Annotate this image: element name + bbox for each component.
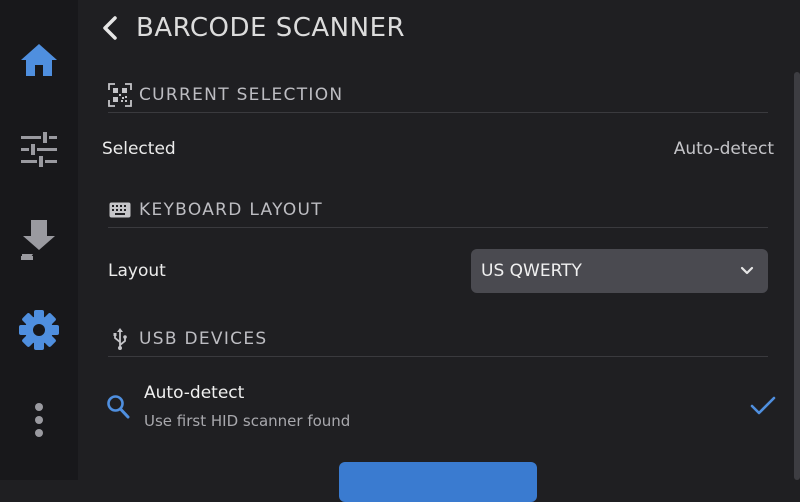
- sliders-icon: [21, 132, 57, 167]
- selected-label: Selected: [102, 139, 176, 159]
- usb-icon: [113, 328, 127, 350]
- chevron-left-icon: [103, 16, 117, 40]
- keyboard-icon: [109, 202, 131, 218]
- layout-select[interactable]: US QWERTY: [471, 249, 768, 293]
- main-content: BARCODE SCANNER CURRENT SELECTION Select…: [78, 0, 800, 502]
- nav-sliders[interactable]: [0, 120, 78, 180]
- layout-label: Layout: [108, 261, 166, 281]
- selected-value: Auto-detect: [673, 139, 774, 159]
- nav-settings[interactable]: [0, 300, 78, 360]
- nav-download[interactable]: [0, 210, 78, 270]
- chevron-down-icon: [740, 266, 754, 275]
- scrollbar[interactable]: [794, 72, 800, 480]
- sidebar: [0, 0, 78, 480]
- qr-code-icon: [108, 83, 132, 107]
- section-title: USB DEVICES: [139, 329, 268, 349]
- action-button[interactable]: [339, 462, 537, 502]
- device-name: Auto-detect: [144, 383, 245, 403]
- check-icon: [750, 396, 776, 415]
- list-item[interactable]: Auto-detect Use first HID scanner found: [106, 372, 776, 440]
- back-button[interactable]: [96, 14, 124, 42]
- download-icon: [21, 220, 55, 260]
- home-icon: [21, 44, 57, 76]
- section-title: CURRENT SELECTION: [139, 85, 344, 105]
- page-title: BARCODE SCANNER: [136, 13, 406, 43]
- nav-more[interactable]: [0, 390, 78, 450]
- search-icon: [107, 395, 130, 419]
- more-vertical-icon: [35, 403, 43, 437]
- section-current-selection: CURRENT SELECTION: [108, 78, 768, 113]
- section-usb-devices: USB DEVICES: [108, 322, 768, 357]
- section-keyboard-layout: KEYBOARD LAYOUT: [108, 193, 768, 228]
- layout-select-value: US QWERTY: [481, 261, 582, 281]
- gear-icon: [19, 310, 59, 350]
- nav-home[interactable]: [0, 30, 78, 90]
- section-title: KEYBOARD LAYOUT: [139, 200, 323, 220]
- device-description: Use first HID scanner found: [144, 412, 351, 430]
